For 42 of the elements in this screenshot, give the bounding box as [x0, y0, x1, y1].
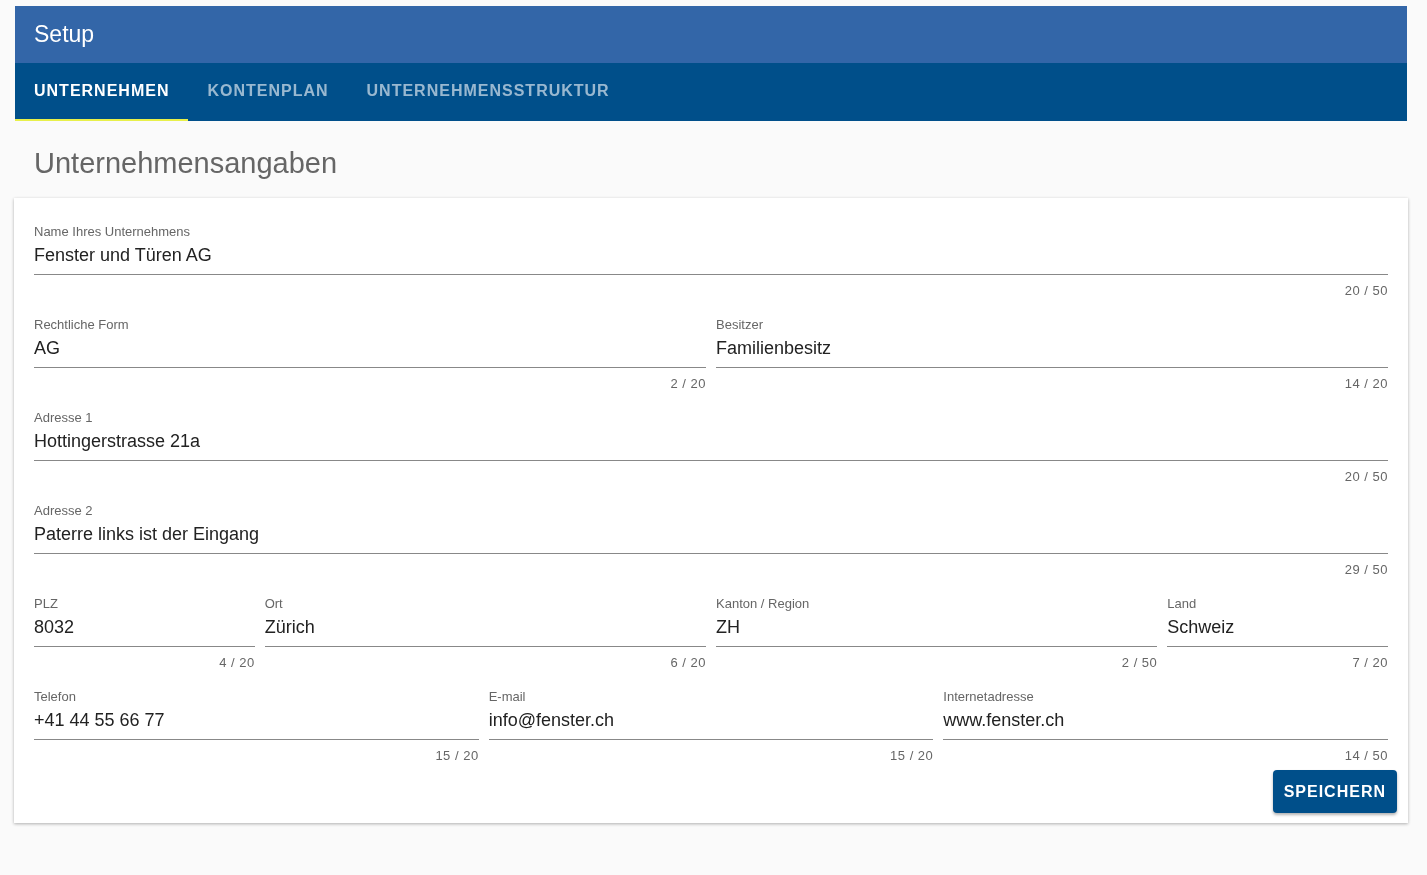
save-button[interactable]: SPEICHERN — [1272, 770, 1397, 813]
character-counter: 14 / 50 — [1344, 748, 1388, 763]
field-label: Land — [1167, 596, 1198, 611]
input-field[interactable]: AG — [34, 332, 706, 368]
input-field[interactable]: Zürich — [264, 611, 706, 647]
section-heading: Unternehmensangaben — [33, 146, 339, 181]
character-counter: 20 / 50 — [1344, 283, 1388, 298]
character-counter: 29 / 50 — [1344, 562, 1388, 577]
field-label: Telefon — [34, 689, 77, 704]
field-label: Adresse 1 — [34, 410, 94, 425]
input-field[interactable]: Schweiz — [1167, 611, 1388, 647]
input-field[interactable]: Hottingerstrasse 21a — [34, 425, 1388, 461]
field-label: PLZ — [34, 596, 59, 611]
character-counter: 14 / 20 — [1344, 376, 1388, 391]
input-field[interactable]: Paterre links ist der Eingang — [34, 518, 1388, 554]
input-field[interactable]: Familienbesitz — [716, 332, 1388, 368]
character-counter: 20 / 50 — [1344, 469, 1388, 484]
character-counter: 2 / 50 — [1121, 655, 1158, 670]
character-counter: 15 / 20 — [435, 748, 479, 763]
input-field[interactable]: www.fenster.ch — [943, 704, 1388, 740]
field-label: Internetadresse — [943, 689, 1035, 704]
field-label: Besitzer — [716, 317, 764, 332]
tab[interactable]: UNTERNEHMENSSTRUKTUR — [347, 63, 629, 121]
input-field[interactable]: ZH — [716, 611, 1158, 647]
character-counter: 4 / 20 — [219, 655, 255, 670]
field-label: Ort — [264, 596, 284, 611]
input-field[interactable]: info@fenster.ch — [488, 704, 934, 740]
field-label: Rechtliche Form — [34, 317, 130, 332]
field-label: E-mail — [488, 689, 527, 704]
input-field[interactable]: +41 44 55 66 77 — [34, 704, 479, 740]
app-title: Setup — [34, 21, 95, 48]
field-label: Name Ihres Unternehmens — [34, 224, 192, 239]
character-counter: 2 / 20 — [670, 376, 706, 391]
tab[interactable]: UNTERNEHMEN — [15, 63, 189, 121]
tab[interactable]: KONTENPLAN — [188, 63, 348, 121]
input-field[interactable]: 8032 — [34, 611, 255, 647]
field-label: Adresse 2 — [34, 503, 94, 518]
field-label: Kanton / Region — [716, 596, 811, 611]
input-field[interactable]: Fenster und Türen AG — [34, 239, 1388, 275]
character-counter: 6 / 20 — [670, 655, 706, 670]
character-counter: 7 / 20 — [1352, 655, 1388, 670]
character-counter: 15 / 20 — [890, 748, 934, 763]
